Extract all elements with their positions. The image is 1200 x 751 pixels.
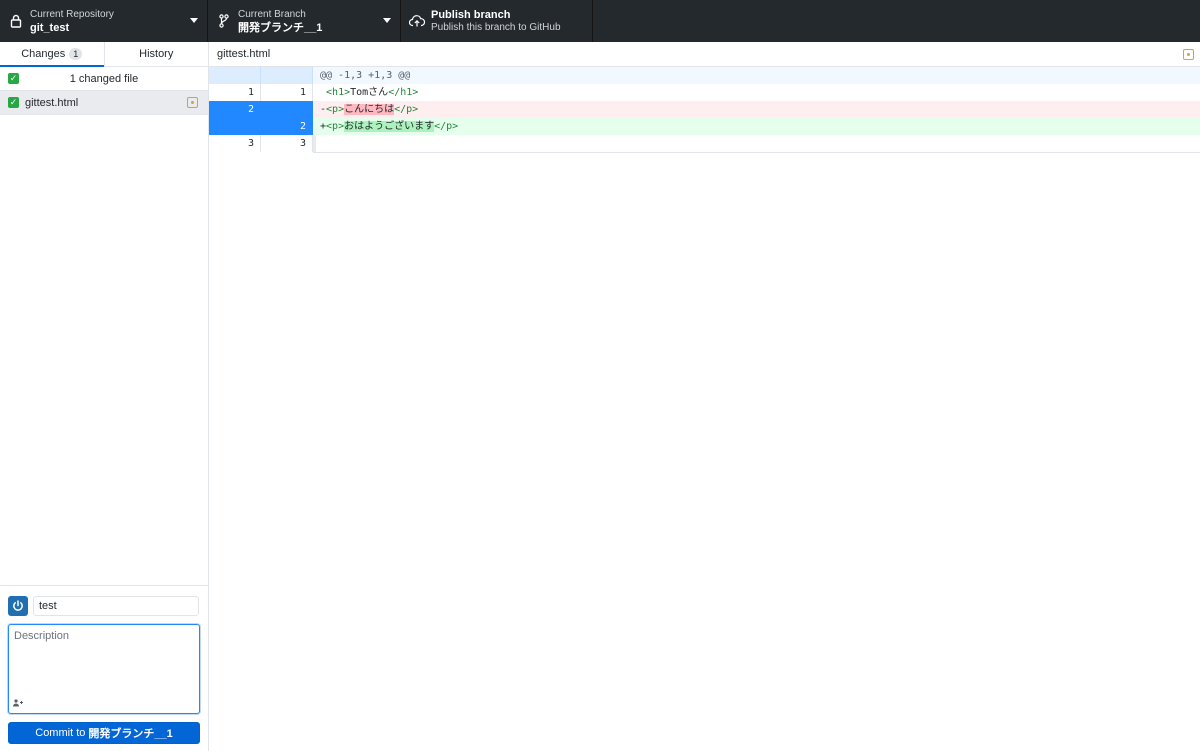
old-line-number	[209, 67, 261, 84]
tab-bar: Changes 1 History	[0, 42, 208, 67]
add-coauthor-icon[interactable]	[13, 699, 23, 709]
avatar	[8, 596, 28, 616]
line-text: Tomさん	[350, 87, 389, 98]
diff-end-divider	[313, 152, 1200, 153]
old-line-number[interactable]	[209, 118, 261, 135]
diff-line-code	[313, 135, 1200, 152]
old-line-number[interactable]: 1	[209, 84, 261, 101]
file-checkbox[interactable]: ✓	[8, 97, 19, 108]
commit-description-input[interactable]	[9, 625, 199, 695]
html-tag-close: </p>	[434, 121, 459, 132]
repository-name: git_test	[30, 21, 70, 34]
tab-changes-label: Changes	[21, 48, 66, 60]
git-branch-icon	[216, 13, 232, 29]
diff-file-header: gittest.html	[209, 42, 1200, 67]
diff-panel: gittest.html @@ -1,3 +1,3 @@ 1 1 <h1>Tom…	[209, 42, 1200, 751]
html-tag-open: <p>	[326, 104, 345, 115]
new-line-number[interactable]	[261, 101, 313, 118]
diff-body: @@ -1,3 +1,3 @@ 1 1 <h1>Tomさん</h1> 2 -<p…	[209, 67, 1200, 153]
commit-button[interactable]: Commit to 開発ブランチ__1	[8, 722, 200, 744]
chevron-down-icon	[383, 18, 391, 23]
new-line-number	[261, 67, 313, 84]
deleted-text: こんにちは	[344, 104, 395, 115]
old-line-number[interactable]: 2	[209, 101, 261, 118]
modified-status-icon	[187, 97, 198, 108]
cloud-upload-icon	[409, 13, 425, 29]
hunk-text: @@ -1,3 +1,3 @@	[313, 67, 1200, 84]
publish-branch-button[interactable]: Publish branch Publish this branch to Gi…	[401, 0, 593, 42]
file-name: gittest.html	[25, 96, 79, 109]
added-text: おはようございます	[344, 121, 435, 132]
changes-count-badge: 1	[69, 48, 83, 60]
tab-history[interactable]: History	[105, 42, 209, 66]
html-tag-close: </h1>	[388, 87, 419, 98]
commit-button-prefix: Commit to	[35, 727, 86, 739]
html-tag-close: </p>	[394, 104, 419, 115]
new-line-number[interactable]: 3	[261, 135, 313, 152]
diff-line-code: -<p>こんにちは</p>	[313, 101, 1200, 118]
commit-button-branch: 開発ブランチ__1	[88, 728, 173, 740]
branch-label: Current Branch	[238, 8, 306, 20]
commit-message-area: Commit to 開発ブランチ__1	[0, 585, 208, 751]
branch-selector[interactable]: Current Branch 開発ブランチ__1	[208, 0, 401, 42]
commit-summary-input[interactable]	[33, 596, 199, 616]
diff-line-code: +<p>おはようございます</p>	[313, 118, 1200, 135]
new-line-number[interactable]: 2	[261, 118, 313, 135]
diff-line-deleted[interactable]: 2 -<p>こんにちは</p>	[209, 101, 1200, 118]
diff-line-code: <h1>Tomさん</h1>	[313, 84, 1200, 101]
sidebar: Changes 1 History ✓ 1 changed file ✓ git…	[0, 42, 209, 751]
changes-header: ✓ 1 changed file	[0, 67, 208, 91]
modified-status-icon	[1183, 49, 1194, 60]
commit-description-field[interactable]	[8, 624, 200, 714]
publish-title: Publish branch	[431, 8, 511, 21]
publish-subtitle: Publish this branch to GitHub	[431, 21, 561, 33]
diff-line[interactable]: 3 3	[209, 135, 1200, 152]
old-line-number[interactable]: 3	[209, 135, 261, 152]
new-line-number[interactable]: 1	[261, 84, 313, 101]
changed-files-count: 1 changed file	[69, 72, 139, 85]
repository-label: Current Repository	[30, 8, 114, 20]
diff-file-name: gittest.html	[217, 48, 271, 60]
repository-selector[interactable]: Current Repository git_test	[0, 0, 208, 42]
html-tag-open: <h1>	[326, 87, 351, 98]
toolbar: Current Repository git_test Current Bran…	[0, 0, 1200, 42]
file-list-item[interactable]: ✓ gittest.html	[0, 91, 208, 115]
diff-hunk-header: @@ -1,3 +1,3 @@	[209, 67, 1200, 84]
branch-name: 開発ブランチ__1	[238, 21, 323, 34]
tab-changes[interactable]: Changes 1	[0, 42, 105, 67]
html-tag-open: <p>	[326, 121, 345, 132]
chevron-down-icon	[190, 18, 198, 23]
diff-line[interactable]: 1 1 <h1>Tomさん</h1>	[209, 84, 1200, 101]
lock-icon	[8, 13, 24, 29]
diff-line-added[interactable]: 2 +<p>おはようございます</p>	[209, 118, 1200, 135]
tab-history-label: History	[139, 48, 174, 60]
